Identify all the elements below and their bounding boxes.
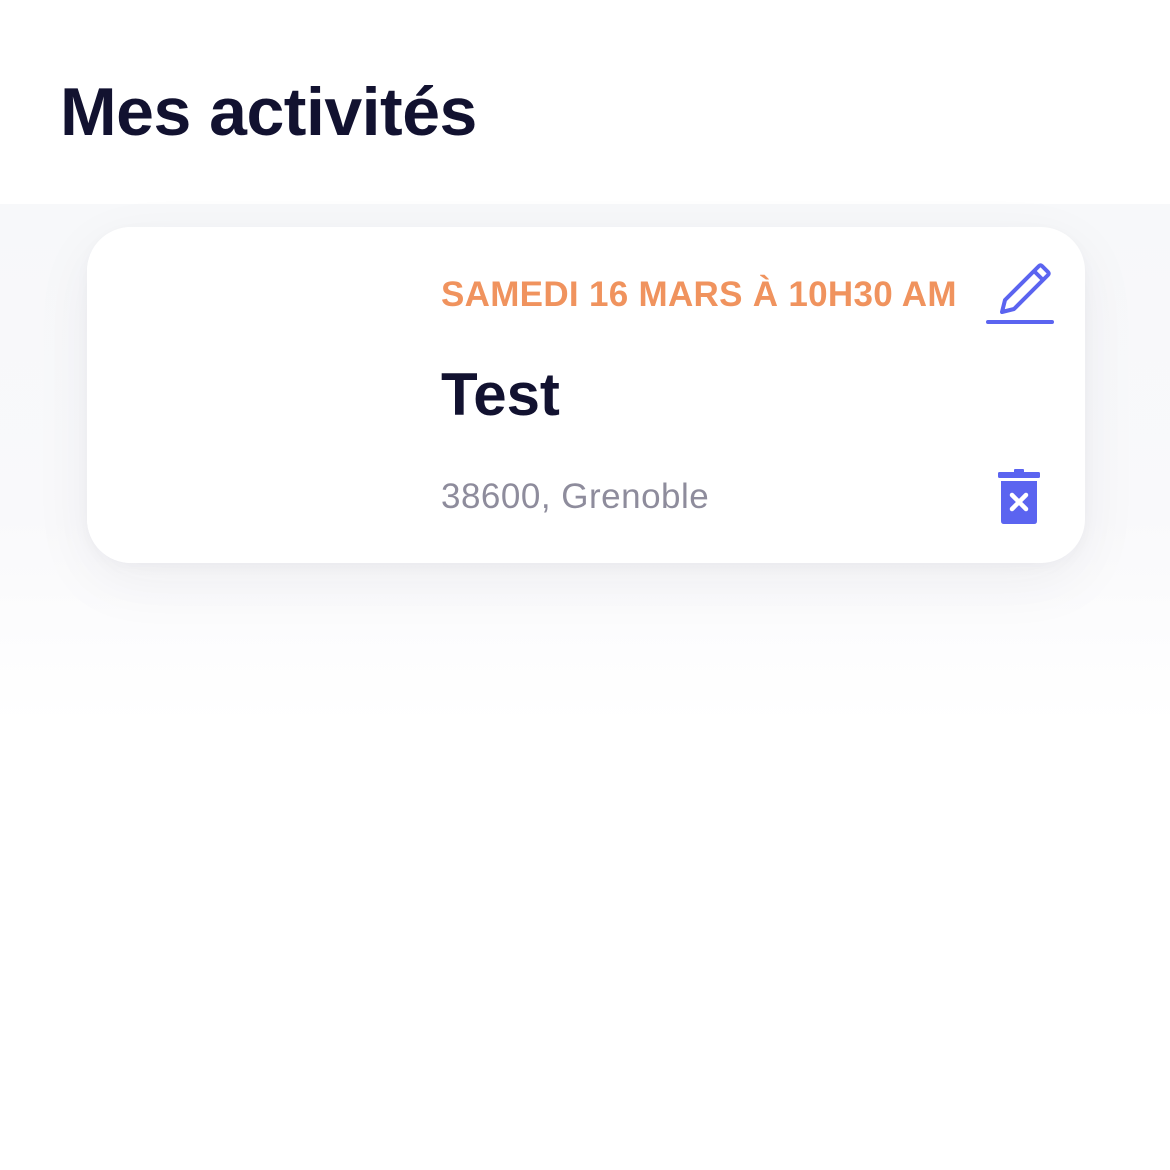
activity-card[interactable]: SAMEDI 16 MARS À 10H30 AM Test 38600, Gr…	[87, 227, 1085, 563]
activity-image	[87, 227, 417, 563]
activity-date: SAMEDI 16 MARS À 10H30 AM	[441, 275, 957, 314]
activity-title: Test	[441, 361, 560, 428]
delete-activity-button[interactable]	[993, 465, 1045, 529]
activity-location: 38600, Grenoble	[441, 477, 710, 516]
page-title: Mes activités	[60, 74, 477, 150]
trash-x-icon	[998, 469, 1040, 524]
edit-activity-button[interactable]	[985, 259, 1055, 329]
pencil-icon	[986, 263, 1054, 324]
